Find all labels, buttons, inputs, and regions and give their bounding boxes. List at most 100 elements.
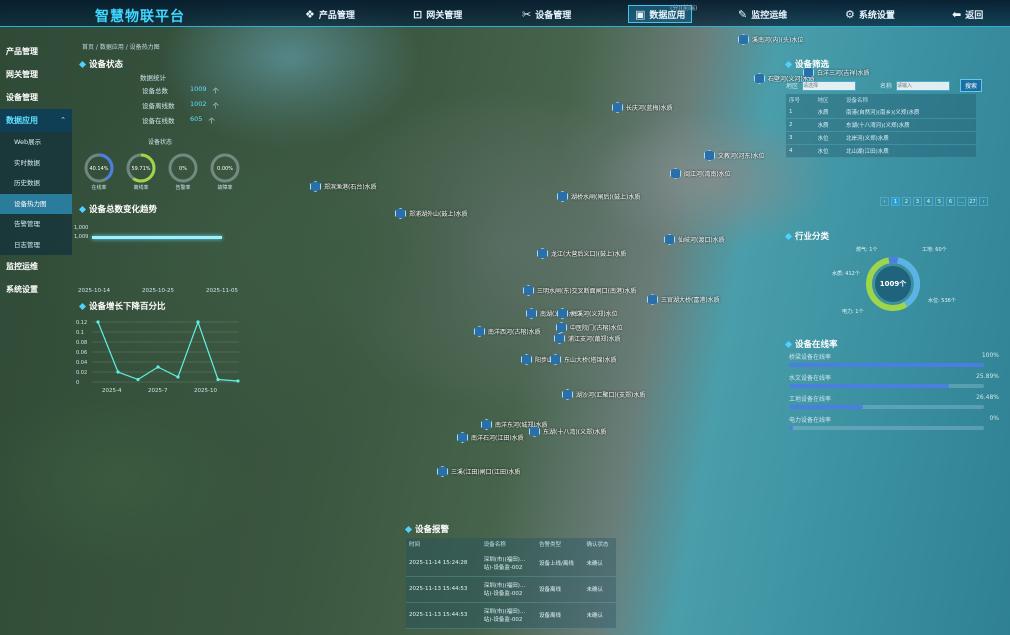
table-cell: 设备离线 xyxy=(536,576,584,603)
map-marker[interactable]: 长庆河(蓝梅)水质 xyxy=(612,102,673,113)
map-marker[interactable]: 梅溪河(义郑)水位 xyxy=(557,308,618,319)
sidebar-item-settings[interactable]: 系统设置 xyxy=(0,278,72,301)
table-row[interactable]: 2 水质 东湖(十八湾河)(义郑)水质 xyxy=(786,118,976,132)
sidebar-item-history[interactable]: 历史数据 xyxy=(0,173,72,194)
industry-title: 行业分类 xyxy=(784,230,829,242)
marker-label: 溪南河(内)(头)水位 xyxy=(752,37,804,44)
trend-title: 设备总数变化趋势 xyxy=(78,203,158,215)
hexagon-pin-icon xyxy=(537,248,548,259)
table-row[interactable]: 4 水位 北山湖(江田)水质 xyxy=(786,144,976,158)
map-marker[interactable]: 郑滨渔港(石台)水质 xyxy=(310,181,377,192)
sidebar-item-gateways[interactable]: 网关管理 xyxy=(0,63,72,86)
online-rates: 桥梁设备在线率 100% 水文设备在线率 25.89% 工地设备在线率 26.48% 电力设… xyxy=(789,352,999,436)
column-header: 时间 xyxy=(409,542,421,548)
table-row[interactable]: 2025-11-13 15:44:53 深圳(市)(福田)… 站)-设备监-002… xyxy=(406,602,616,629)
map-marker[interactable]: 溪南河(内)(头)水位 xyxy=(738,34,803,45)
table-row[interactable]: 1 水质 南港(自然河)(南乡)(义郑)水质 xyxy=(786,106,976,119)
table-cell: 水质 xyxy=(814,118,843,132)
sidebar-item-alarm[interactable]: 告警管理 xyxy=(0,214,72,235)
map-marker[interactable]: 郑浦湖外山(鼓上)水质 xyxy=(395,208,468,219)
search-button[interactable]: 搜索 xyxy=(960,79,983,92)
sidebar-item-products[interactable]: 产品管理 xyxy=(0,40,72,63)
table-row[interactable]: 2025-11-14 15:24:28 深圳(市)(福田)… 站)-设备监-002… xyxy=(406,550,616,577)
sidebar-item-data-app[interactable]: 数据应用 ⌃ xyxy=(0,109,72,132)
sidebar-item-devices[interactable]: 设备管理 xyxy=(0,86,72,109)
y-tick: 0.06 xyxy=(76,350,87,356)
device-status-title: 设备状态 xyxy=(78,58,123,70)
section-label: 设备总数变化趋势 xyxy=(89,205,158,215)
nav-tab-2[interactable]: ✂ 设备管理 xyxy=(522,5,571,23)
nav-tab-0[interactable]: ❖ 产品管理 xyxy=(305,5,355,23)
nav-tab-6[interactable]: ⬅ 返回 xyxy=(952,5,983,23)
gauge-value: 0% xyxy=(179,166,187,172)
hexagon-pin-icon xyxy=(664,234,675,245)
sidebar-item-log[interactable]: 日志管理 xyxy=(0,234,72,255)
growth-point xyxy=(156,365,160,369)
marker-label: 湖桥水闸(闸后)(鼓上)水质 xyxy=(571,194,641,201)
diamond-icon xyxy=(784,232,793,240)
region-select[interactable] xyxy=(802,80,857,91)
monitor-icon: ▣ xyxy=(635,7,646,21)
map-marker[interactable]: 三官湖大桥(富港)水质 xyxy=(647,294,720,305)
sidebar-item-web[interactable]: Web展示 xyxy=(0,132,72,153)
map-marker[interactable]: 三溪(江田)闸口(江田)水质 xyxy=(437,466,520,477)
hexagon-pin-icon xyxy=(310,181,321,192)
table-cell: 2025-11-13 15:44:53 xyxy=(406,602,481,629)
rate-bar-track xyxy=(789,384,984,388)
map-marker[interactable]: 闽江河(湾南)水位 xyxy=(670,168,731,179)
page-button[interactable]: 5 xyxy=(935,197,944,206)
map-marker[interactable]: 南洋西河(古榕)水质 xyxy=(474,326,541,337)
map-marker[interactable]: 东山大桥(塔锦)水质 xyxy=(550,354,617,365)
page-button[interactable]: ‹ xyxy=(880,197,889,206)
sidebar-item-heatmap[interactable]: 设备热力图 xyxy=(0,193,72,214)
hexagon-pin-icon xyxy=(612,102,623,113)
map-marker[interactable]: 仙岐河(渡口)水质 xyxy=(664,234,725,245)
map-marker[interactable]: 浦江支河(莆郑)水质 xyxy=(554,333,621,344)
stats-total-label: 数据统计 xyxy=(140,74,166,82)
map-marker[interactable]: 文教河(河东)水位 xyxy=(704,150,765,161)
rate-bar-track xyxy=(789,363,984,367)
map-marker[interactable]: 湖桥水闸(闸后)(鼓上)水质 xyxy=(557,191,640,202)
table-row[interactable]: 3 水位 北岸河(义郑)水质 xyxy=(786,131,976,145)
page-button[interactable]: 2 xyxy=(902,197,911,206)
y-tick: 0.1 xyxy=(76,330,84,336)
rate-value: 0% xyxy=(989,415,999,422)
stat-value: 605 xyxy=(190,115,203,123)
table-row[interactable]: 2025-11-13 15:44:53 深圳(市)(福田)… 站)-设备监-002… xyxy=(406,576,616,603)
page-button[interactable]: 27 xyxy=(968,197,977,206)
rate-value: 25.89% xyxy=(976,373,999,380)
map-marker[interactable]: 中医院门(古榕)水位 xyxy=(556,322,623,333)
name-input[interactable] xyxy=(896,80,951,91)
rate-header: 水文设备在线率 25.89% xyxy=(789,373,999,382)
y-tick: 0.02 xyxy=(76,370,87,376)
online-rate-row: 电力设备在线率 0% xyxy=(789,415,999,430)
page-button[interactable]: 3 xyxy=(913,197,922,206)
column-header: 设备名称 xyxy=(483,542,506,548)
x-tick: 2025-10 xyxy=(194,388,217,394)
sidebar-item-monitor[interactable]: 监控运维 xyxy=(0,255,72,278)
stat-row: 设备在线数 605 个 xyxy=(142,115,219,125)
hexagon-pin-icon xyxy=(562,389,573,400)
map-marker[interactable]: 湖沙河(汇聚口)(支郑)水质 xyxy=(562,389,645,400)
y-tick: 0.12 xyxy=(76,320,87,326)
nav-tab-5[interactable]: ⚙ 系统设置 xyxy=(845,5,895,23)
diamond-icon xyxy=(404,525,413,533)
map-marker[interactable]: 龙江(大营后义口)(鼓上)水质 xyxy=(537,248,626,259)
stats-list: 设备总数 1009 个 设备离线数 1002 个 设备在线数 605 个 xyxy=(142,85,219,130)
page-button[interactable]: 1 xyxy=(891,197,900,206)
nav-tab-4[interactable]: ✎ 监控运维 xyxy=(738,5,787,23)
table-cell: 2025-11-14 15:24:28 xyxy=(406,550,481,577)
page-button[interactable]: 4 xyxy=(924,197,933,206)
stat-value: 1002 xyxy=(190,100,207,108)
map-marker[interactable]: 南洋石河(江田)水质 xyxy=(457,432,524,443)
online-rate-row: 工地设备在线率 26.48% xyxy=(789,394,999,409)
page-button[interactable]: … xyxy=(957,197,966,206)
sidebar-item-realtime[interactable]: 实时数据 xyxy=(0,152,72,173)
nav-tab-1[interactable]: ⊡ 网关管理 xyxy=(413,5,462,23)
page-button[interactable]: › xyxy=(979,197,988,206)
trend-line xyxy=(92,236,222,239)
rate-label: 电力设备在线率 xyxy=(789,417,832,424)
page-button[interactable]: 6 xyxy=(946,197,955,206)
map-marker[interactable]: 东湖(十八湾)(义郑)水质 xyxy=(529,426,606,437)
map-marker[interactable]: 三明水闸(东)交叉断面闸口(南港)水质 xyxy=(523,285,636,296)
